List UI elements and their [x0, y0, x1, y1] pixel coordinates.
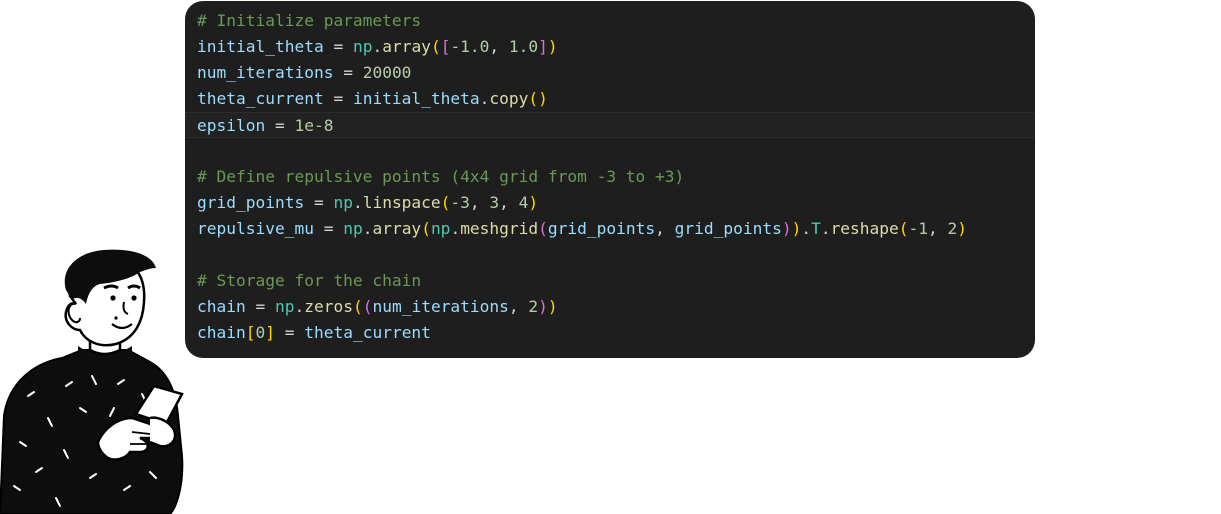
code-token: np: [274, 297, 295, 316]
code-token: np: [352, 37, 373, 56]
code-token: =: [274, 323, 305, 342]
code-token: grid_points: [197, 193, 305, 212]
code-token: 2: [528, 297, 539, 316]
code-token: .: [362, 219, 373, 238]
code-line[interactable]: # Initialize parameters: [185, 8, 1035, 34]
code-token: ]: [265, 323, 275, 342]
code-token: 2: [947, 219, 958, 238]
code-line[interactable]: num_iterations = 20000: [185, 60, 1035, 86]
code-token: # Initialize parameters: [197, 11, 422, 30]
code-token: =: [265, 116, 295, 135]
code-token: initial_theta: [352, 89, 480, 108]
code-token: np: [430, 219, 451, 238]
code-line[interactable]: # Storage for the chain: [185, 268, 1035, 294]
code-token: array: [372, 219, 422, 238]
code-token: ): [781, 219, 792, 238]
code-token: zeros: [304, 297, 353, 316]
code-token: =: [323, 37, 353, 56]
code-token: ,: [499, 193, 519, 212]
code-token: 20000: [362, 63, 412, 82]
code-token: initial_theta: [197, 37, 324, 56]
code-token: linspace: [362, 193, 441, 212]
code-token: 1.0: [508, 37, 539, 56]
code-token: 3: [489, 193, 500, 212]
code-token: num_iterations: [197, 63, 334, 82]
code-token: ,: [928, 219, 948, 238]
code-token: ): [547, 37, 558, 56]
code-token: =: [313, 219, 344, 238]
code-token: chain: [197, 297, 246, 316]
code-line[interactable]: repulsive_mu = np.array(np.meshgrid(grid…: [185, 216, 1035, 242]
code-token: .: [479, 89, 490, 108]
code-token: 4: [518, 193, 529, 212]
code-token: ): [791, 219, 802, 238]
code-token: (: [440, 193, 451, 212]
code-token: -3: [450, 193, 470, 212]
code-token: (: [352, 297, 363, 316]
code-token: np: [343, 219, 363, 238]
code-editor-panel[interactable]: # Initialize parameters initial_theta = n…: [185, 1, 1035, 358]
code-token: ]: [538, 37, 548, 56]
code-token: ): [547, 297, 558, 316]
code-token: (: [430, 37, 441, 56]
code-token: 1e-8: [294, 116, 334, 135]
code-line[interactable]: [185, 242, 1035, 268]
code-token: theta_current: [197, 89, 324, 108]
code-token: ,: [489, 37, 509, 56]
code-token: num_iterations: [372, 297, 509, 316]
code-token: (: [538, 219, 548, 238]
code-token: .: [372, 37, 383, 56]
code-token: ): [957, 219, 968, 238]
code-line[interactable]: chain[0] = theta_current: [185, 320, 1035, 346]
person-holding-phone-illustration: [0, 249, 184, 514]
code-token: T: [811, 219, 821, 238]
code-token: array: [382, 37, 431, 56]
code-token: =: [304, 193, 334, 212]
code-line[interactable]: chain = np.zeros((num_iterations, 2)): [185, 294, 1035, 320]
code-token: reshape: [830, 219, 899, 238]
code-line[interactable]: theta_current = initial_theta.copy(): [185, 86, 1035, 112]
code-token: ,: [508, 297, 529, 316]
code-token: (: [362, 297, 373, 316]
code-token: meshgrid: [460, 219, 539, 238]
code-token: copy: [489, 89, 529, 108]
code-token: (: [898, 219, 909, 238]
code-line[interactable]: initial_theta = np.array([-1.0, 1.0]): [185, 34, 1035, 60]
code-token: (: [421, 219, 431, 238]
code-token: -1: [908, 219, 929, 238]
code-token: 0: [255, 323, 266, 342]
code-line[interactable]: # Define repulsive points (4x4 grid from…: [185, 164, 1035, 190]
code-token: .: [294, 297, 305, 316]
code-token: epsilon: [197, 116, 266, 135]
code-token: =: [245, 297, 275, 316]
code-token: .: [820, 219, 831, 238]
code-token: ): [538, 297, 548, 316]
code-token: =: [333, 63, 363, 82]
code-token: theta_current: [304, 323, 431, 342]
code-token: ,: [655, 219, 675, 238]
code-token: # Define repulsive points (4x4 grid from…: [197, 167, 685, 186]
code-token: np: [333, 193, 353, 212]
code-token: grid_points: [547, 219, 656, 238]
code-token: .: [352, 193, 363, 212]
code-line[interactable]: grid_points = np.linspace(-3, 3, 4): [185, 190, 1035, 216]
code-token: ): [528, 193, 539, 212]
code-token: chain: [197, 323, 246, 342]
code-token: repulsive_mu: [197, 219, 314, 238]
code-token: .: [450, 219, 461, 238]
code-token: =: [323, 89, 353, 108]
code-token: [: [440, 37, 451, 56]
code-token: grid_points: [674, 219, 782, 238]
code-token: ,: [469, 193, 490, 212]
code-line[interactable]: [185, 138, 1035, 164]
code-token: # Storage for the chain: [197, 271, 422, 290]
code-line[interactable]: epsilon = 1e-8: [185, 112, 1035, 138]
code-token: .: [801, 219, 812, 238]
code-token: -1.0: [450, 37, 490, 56]
code-token: (): [528, 89, 548, 108]
